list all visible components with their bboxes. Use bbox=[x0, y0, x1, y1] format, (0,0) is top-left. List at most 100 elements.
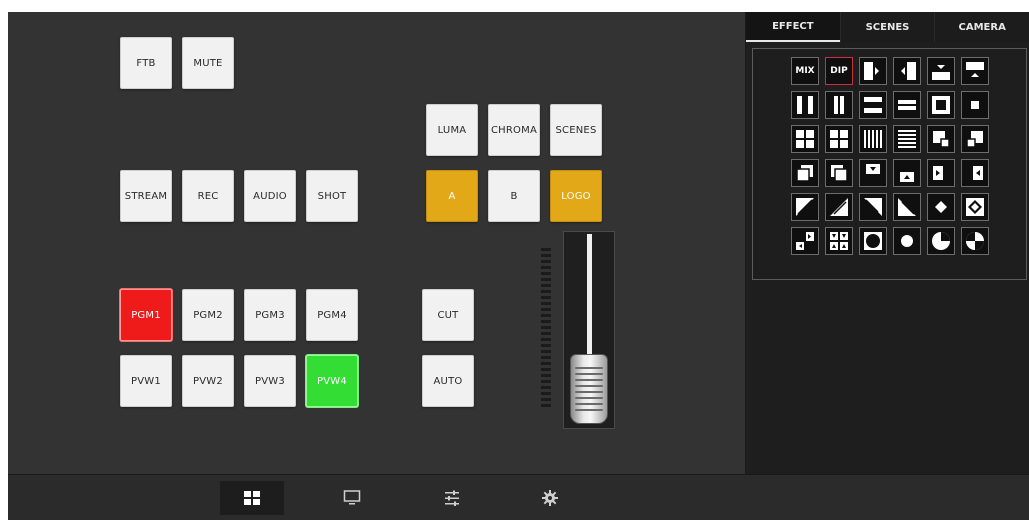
tbar-tick bbox=[541, 320, 551, 323]
slide-left-icon[interactable] bbox=[961, 159, 989, 187]
wipe-left-icon[interactable] bbox=[893, 57, 921, 85]
wipe-down-icon[interactable] bbox=[927, 57, 955, 85]
effect-dip[interactable]: DIP bbox=[825, 57, 853, 85]
door-icon[interactable] bbox=[791, 227, 819, 255]
iris-out-icon[interactable] bbox=[859, 227, 887, 255]
tbar-tick bbox=[541, 368, 551, 371]
box-out-icon[interactable] bbox=[927, 91, 955, 119]
mute-button[interactable]: MUTE bbox=[182, 37, 234, 89]
layer-a-button[interactable]: A bbox=[426, 170, 478, 222]
tbar-tick bbox=[541, 374, 551, 377]
tbar-tick bbox=[541, 380, 551, 383]
rec-button[interactable]: REC bbox=[182, 170, 234, 222]
grip-line bbox=[575, 373, 603, 375]
shot-button[interactable]: SHOT bbox=[306, 170, 358, 222]
tbar-tick bbox=[541, 344, 551, 347]
tab-effect[interactable]: EFFECT bbox=[746, 12, 840, 42]
box-in-icon[interactable] bbox=[961, 91, 989, 119]
tbar-tick bbox=[541, 266, 551, 269]
iris-in-icon[interactable] bbox=[893, 227, 921, 255]
tbar-tick bbox=[541, 398, 551, 401]
gear-icon[interactable] bbox=[518, 481, 582, 515]
ftb-button[interactable]: FTB bbox=[120, 37, 172, 89]
logo-button[interactable]: LOGO bbox=[550, 170, 602, 222]
grid-icon[interactable] bbox=[220, 481, 284, 515]
cut-button[interactable]: CUT bbox=[422, 289, 474, 341]
tbar-tick bbox=[541, 260, 551, 263]
slide-corner-br-icon[interactable] bbox=[927, 125, 955, 153]
diagonal-br-icon[interactable] bbox=[825, 193, 853, 221]
pgm1-button[interactable]: PGM1 bbox=[120, 289, 172, 341]
pvw3-button[interactable]: PVW3 bbox=[244, 355, 296, 407]
blinds-vertical-icon[interactable] bbox=[859, 125, 887, 153]
transition-effects-grid: MIX DIP bbox=[752, 48, 1027, 280]
scenes-button[interactable]: SCENES bbox=[550, 104, 602, 156]
sliders-icon[interactable] bbox=[420, 481, 484, 515]
slide-right-icon[interactable] bbox=[927, 159, 955, 187]
monitor-icon[interactable] bbox=[320, 481, 384, 515]
split-horizontal-icon[interactable] bbox=[859, 91, 887, 119]
wipe-up-icon[interactable] bbox=[961, 57, 989, 85]
layer-b-button[interactable]: B bbox=[488, 170, 540, 222]
pgm3-button[interactable]: PGM3 bbox=[244, 289, 296, 341]
tbar-tick bbox=[541, 308, 551, 311]
tab-camera[interactable]: CAMERA bbox=[934, 12, 1029, 42]
center-horizontal-icon[interactable] bbox=[893, 91, 921, 119]
audio-button[interactable]: AUDIO bbox=[244, 170, 296, 222]
tbar-tick bbox=[541, 248, 551, 251]
tab-scenes[interactable]: SCENES bbox=[839, 12, 935, 42]
tbar-tick bbox=[541, 278, 551, 281]
tbar-tick bbox=[541, 356, 551, 359]
wipe-right-icon[interactable] bbox=[859, 57, 887, 85]
grip-line bbox=[575, 385, 603, 387]
push-top-left-icon[interactable] bbox=[791, 159, 819, 187]
diamond-out-icon[interactable] bbox=[961, 193, 989, 221]
effects-panel: EFFECT SCENES CAMERA MIX DIP bbox=[746, 12, 1029, 474]
diagonal-bl-icon[interactable] bbox=[893, 193, 921, 221]
tbar-tick bbox=[541, 272, 551, 275]
clock-wipe-icon[interactable] bbox=[927, 227, 955, 255]
tbar-tick bbox=[541, 290, 551, 293]
center-vertical-icon[interactable] bbox=[825, 91, 853, 119]
chroma-button[interactable]: CHROMA bbox=[488, 104, 540, 156]
four-arrows-icon[interactable] bbox=[825, 227, 853, 255]
push-top-right-icon[interactable] bbox=[825, 159, 853, 187]
split-vertical-icon[interactable] bbox=[791, 91, 819, 119]
grip-line bbox=[575, 367, 603, 369]
diamond-icon[interactable] bbox=[927, 193, 955, 221]
quad-split-icon[interactable] bbox=[791, 125, 819, 153]
switcher-app: FTB MUTE LUMA CHROMA SCENES STREAM REC A… bbox=[8, 12, 1029, 520]
slide-down-icon[interactable] bbox=[859, 159, 887, 187]
diagonal-tr-icon[interactable] bbox=[859, 193, 887, 221]
tbar-tick bbox=[541, 332, 551, 335]
pvw1-button[interactable]: PVW1 bbox=[120, 355, 172, 407]
cross-icon[interactable] bbox=[825, 125, 853, 153]
tab-bar: EFFECT SCENES CAMERA bbox=[746, 12, 1029, 42]
stream-button[interactable]: STREAM bbox=[120, 170, 172, 222]
main-control-panel: FTB MUTE LUMA CHROMA SCENES STREAM REC A… bbox=[8, 12, 745, 474]
pvw2-button[interactable]: PVW2 bbox=[182, 355, 234, 407]
tbar-tick bbox=[541, 302, 551, 305]
tbar-tick bbox=[541, 326, 551, 329]
effect-mix[interactable]: MIX bbox=[791, 57, 819, 85]
grip-line bbox=[575, 409, 603, 411]
auto-button[interactable]: AUTO bbox=[422, 355, 474, 407]
slide-corner-bl-icon[interactable] bbox=[961, 125, 989, 153]
pgm2-button[interactable]: PGM2 bbox=[182, 289, 234, 341]
pgm4-button[interactable]: PGM4 bbox=[306, 289, 358, 341]
grip-line bbox=[575, 391, 603, 393]
tbar-rail bbox=[587, 234, 592, 360]
bottom-navigation bbox=[8, 475, 1029, 520]
slide-up-icon[interactable] bbox=[893, 159, 921, 187]
clock-wipe-reverse-icon[interactable] bbox=[961, 227, 989, 255]
blinds-horizontal-icon[interactable] bbox=[893, 125, 921, 153]
tbar-tick bbox=[541, 350, 551, 353]
tbar-scale bbox=[541, 248, 551, 412]
grip-line bbox=[575, 379, 603, 381]
luma-button[interactable]: LUMA bbox=[426, 104, 478, 156]
tbar-handle[interactable] bbox=[570, 354, 608, 424]
pvw4-button[interactable]: PVW4 bbox=[306, 355, 358, 407]
tbar-fader[interactable] bbox=[563, 231, 615, 429]
diagonal-tl-icon[interactable] bbox=[791, 193, 819, 221]
tbar-tick bbox=[541, 392, 551, 395]
